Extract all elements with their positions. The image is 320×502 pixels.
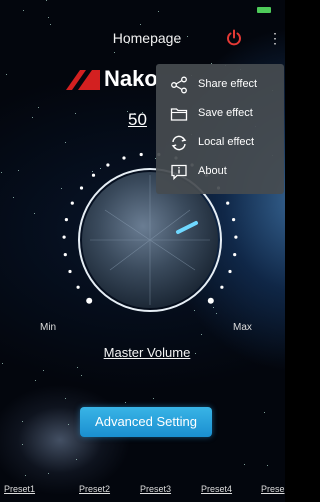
star [68, 424, 69, 425]
brand-logo: Nako [64, 66, 158, 94]
scale-dot [226, 201, 230, 205]
menu-item-local-effect[interactable]: Local effect [156, 128, 284, 157]
scale-dot [62, 235, 66, 239]
menu-item-label: Save effect [198, 107, 253, 119]
star [77, 367, 78, 368]
scale-dot [70, 201, 74, 205]
app-bar: Homepage ⋮ [0, 22, 285, 54]
power-icon[interactable] [224, 28, 244, 48]
more-vertical-icon[interactable]: ⋮ [268, 28, 282, 48]
star [38, 107, 39, 108]
star [22, 421, 23, 422]
star [153, 398, 154, 399]
scale-dot [220, 285, 224, 289]
status-bar [0, 0, 285, 18]
star [244, 464, 245, 465]
info-icon [171, 164, 187, 181]
menu-item-save-effect[interactable]: Save effect [156, 99, 284, 128]
preset-tab-2[interactable]: Preset2 [79, 484, 110, 494]
battery-icon [257, 7, 271, 13]
scale-dot [106, 163, 110, 167]
scale-dot [207, 297, 214, 304]
scale-dot [76, 285, 80, 289]
star [2, 363, 3, 364]
overflow-menu: Share effect Save effect Local effect Ab… [156, 64, 284, 194]
scale-dot [233, 253, 237, 257]
scale-dot [86, 297, 93, 304]
scale-dot [122, 156, 126, 160]
star [34, 213, 35, 214]
menu-item-label: About [198, 165, 227, 177]
max-label: Max [233, 322, 252, 333]
star [125, 402, 126, 403]
star [48, 473, 49, 474]
star [18, 170, 19, 171]
star [22, 444, 23, 445]
star [264, 412, 265, 413]
preset-tab-4[interactable]: Preset4 [201, 484, 232, 494]
menu-item-about[interactable]: About [156, 157, 284, 186]
refresh-icon [171, 135, 187, 151]
scale-dot [139, 152, 143, 157]
scale-dot [64, 218, 68, 222]
preset-tab-5[interactable]: Prese [261, 484, 285, 494]
star [76, 459, 77, 460]
logo-text: Nako [104, 66, 158, 91]
menu-item-label: Share effect [198, 78, 258, 90]
share-icon [171, 76, 187, 94]
scale-dot [91, 173, 96, 177]
min-label: Min [40, 322, 57, 333]
folder-icon [170, 108, 188, 121]
menu-item-label: Local effect [198, 136, 255, 148]
scale-dot [63, 253, 67, 257]
star [75, 113, 76, 114]
star [65, 398, 66, 399]
scale-dot [234, 235, 238, 239]
advanced-setting-button[interactable]: Advanced Setting [80, 407, 212, 437]
star [43, 370, 44, 371]
scale-dot [68, 269, 72, 274]
preset-tab-3[interactable]: Preset3 [140, 484, 171, 494]
star [1, 172, 2, 173]
master-volume-label: Master Volume [103, 345, 191, 360]
app-screen: Homepage ⋮ Nako 50 Min Max Master Volume… [0, 0, 285, 502]
star [81, 375, 82, 376]
star [25, 475, 26, 476]
star [32, 117, 33, 118]
volume-readout: 50 [128, 110, 147, 129]
logo-mark-icon [66, 70, 100, 90]
scale-dot [228, 269, 232, 274]
star [35, 380, 36, 381]
star [6, 74, 7, 75]
star [267, 465, 268, 466]
menu-item-share-effect[interactable]: Share effect [156, 70, 284, 99]
preset-bar: Preset1 Preset2 Preset3 Preset4 Prese [0, 484, 285, 500]
scale-dot [79, 186, 84, 190]
star [13, 197, 14, 198]
preset-tab-1[interactable]: Preset1 [4, 484, 35, 494]
scale-dot [232, 218, 236, 222]
